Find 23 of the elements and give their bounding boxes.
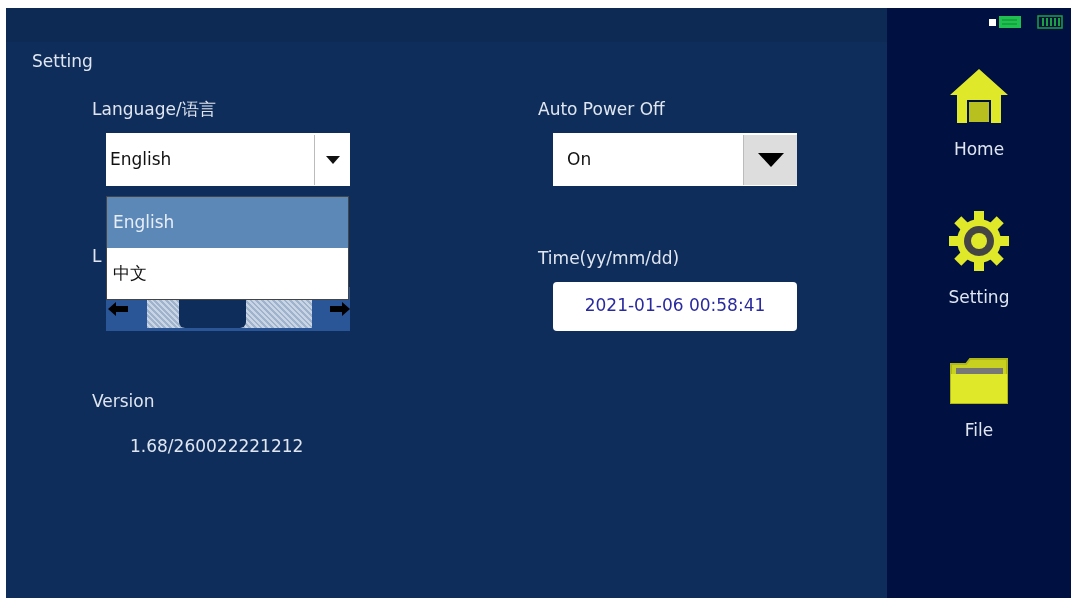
setting-label: L xyxy=(92,245,102,268)
nav-button[interactable]: File xyxy=(964,418,994,444)
language-label: Language/语言 xyxy=(92,97,217,121)
time-field[interactable]: 2021-01-06 00:58:41 xyxy=(553,281,797,331)
folder-icon xyxy=(950,358,1008,404)
version-value: 1.68/260022221212 xyxy=(130,435,305,458)
left-arrow-icon xyxy=(108,301,128,316)
language-option[interactable]: 中文 xyxy=(107,248,348,299)
nav-button[interactable]: Home xyxy=(953,137,1005,163)
sd-card-icon xyxy=(989,16,1021,28)
language-dropdown[interactable]: English xyxy=(106,133,350,186)
version-label: Version xyxy=(92,389,156,413)
settings-icon xyxy=(949,210,1009,271)
auto-power-off-dropdown[interactable]: On xyxy=(553,133,797,186)
page-title: Setting xyxy=(32,50,94,73)
auto-power-off-label: Auto Power Off xyxy=(538,97,666,121)
home-icon xyxy=(950,69,1008,123)
caret-icon xyxy=(325,155,340,164)
right-arrow-icon xyxy=(330,301,350,316)
time-label: Time(yy/mm/dd) xyxy=(538,247,681,270)
battery-icon xyxy=(1037,15,1063,29)
caret-icon xyxy=(757,152,784,167)
nav-button[interactable]: Setting xyxy=(948,284,1010,310)
